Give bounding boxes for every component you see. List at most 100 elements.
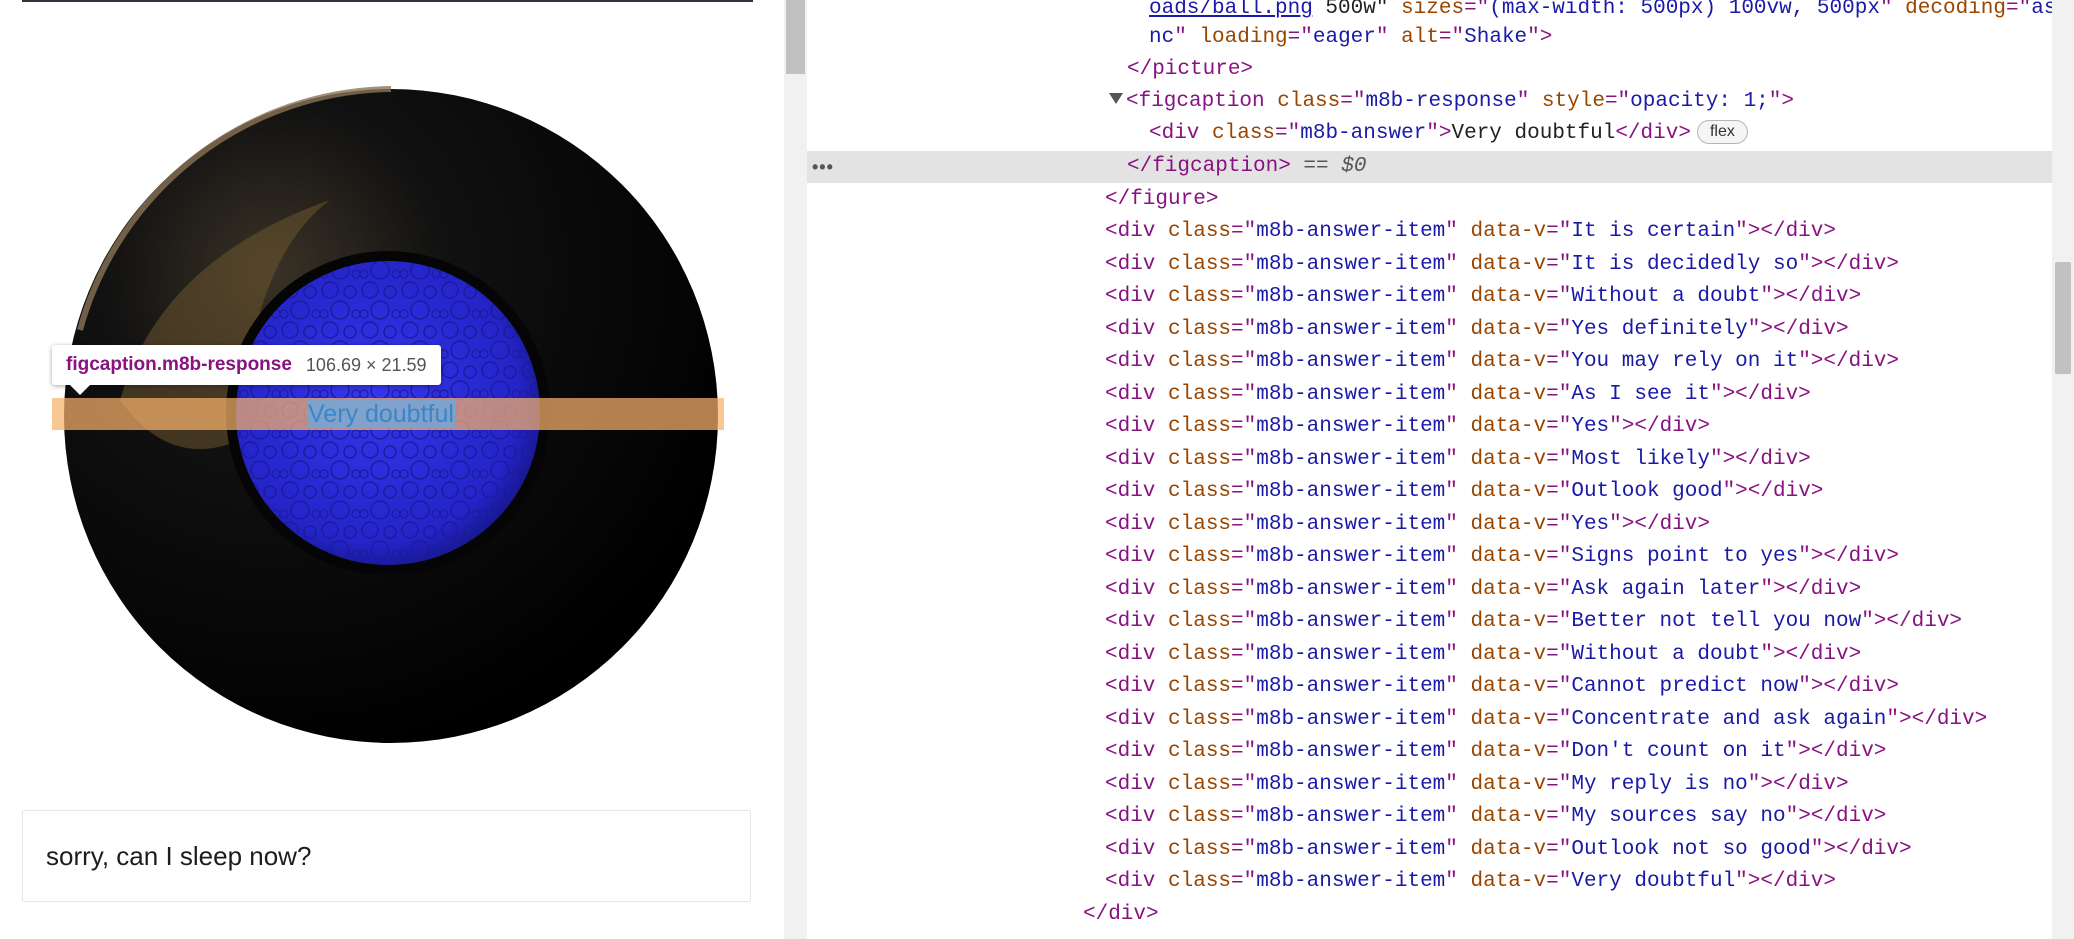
flex-badge[interactable]: flex xyxy=(1696,120,1748,145)
dom-line-answer-item[interactable]: <div class="m8b-answer-item" data-v="Con… xyxy=(807,704,2074,736)
dom-line-figure-close[interactable]: </figure> xyxy=(807,184,2074,216)
dom-line-figcaption-close-selected[interactable]: ••• </figcaption> == $0 xyxy=(807,151,2074,183)
expand-triangle-icon[interactable] xyxy=(1109,93,1123,105)
attr-class: class xyxy=(1168,447,1232,471)
val-answer: Outlook not so good xyxy=(1571,837,1811,861)
dom-line-answer-item[interactable]: <div class="m8b-answer-item" data-v="My … xyxy=(807,769,2074,801)
attr-class: class xyxy=(1168,545,1232,568)
eq-sign: =" xyxy=(1231,480,1257,503)
eq-sign: =" xyxy=(1604,90,1631,113)
page-scroll-thumb[interactable] xyxy=(786,0,805,74)
attr-loading: loading xyxy=(1199,26,1288,49)
eq-sign: =" xyxy=(1231,707,1257,731)
dom-line-img-attrs[interactable]: nc" loading="eager" alt="Shake"> xyxy=(807,22,2074,54)
dom-line-answer-item[interactable]: <div class="m8b-answer-item" data-v="Don… xyxy=(807,736,2074,768)
dom-line-answer-item[interactable]: <div class="m8b-answer-item" data-v="Yes… xyxy=(807,411,2074,443)
srcset-link[interactable]: oads/ball.png xyxy=(1149,0,1313,20)
dom-line-answer-item[interactable]: <div class="m8b-answer-item" data-v="You… xyxy=(807,346,2074,378)
eq-sign: =" xyxy=(1546,512,1572,536)
dom-line-answer-item[interactable]: <div class="m8b-answer-item" data-v="Wit… xyxy=(807,639,2074,671)
val-answer: Very doubtful xyxy=(1571,870,1736,893)
dom-line-answer-item[interactable]: <div class="m8b-answer-item" data-v="Wit… xyxy=(807,281,2074,313)
dom-line-answer-div[interactable]: <div class="m8b-answer">Very doubtful</d… xyxy=(807,118,2074,150)
quote: " xyxy=(1445,382,1471,406)
more-options-icon[interactable]: ••• xyxy=(812,151,834,183)
val-answer: Without a doubt xyxy=(1571,642,1761,666)
val-class: m8b-answer xyxy=(1300,122,1427,145)
val-class: m8b-answer-item xyxy=(1256,577,1446,601)
tag-end: "></div> xyxy=(1798,252,1900,276)
val-answer: Most likely xyxy=(1571,447,1710,471)
eq-sign: =" xyxy=(1546,740,1572,763)
quote: " xyxy=(1445,772,1471,796)
val-class: m8b-answer-item xyxy=(1256,545,1446,568)
attr-data-v: data-v xyxy=(1470,512,1547,536)
tag-end: "></div> xyxy=(1760,285,1862,308)
eq-sign: =" xyxy=(1231,382,1257,406)
tag-end: "></div> xyxy=(1798,545,1900,568)
val-answer: It is decidedly so xyxy=(1571,252,1799,276)
tag-div-open: <div xyxy=(1105,577,1169,601)
dom-line-answer-item[interactable]: <div class="m8b-answer-item" data-v="Yes… xyxy=(807,314,2074,346)
dom-line-answer-item[interactable]: <div class="m8b-answer-item" data-v="Ver… xyxy=(807,866,2074,898)
eq-sign: =" xyxy=(1231,740,1257,763)
dom-line-div-close[interactable]: </div> xyxy=(807,899,2074,931)
eq-sign: =" xyxy=(1546,382,1572,406)
dom-line-figcaption-open[interactable]: <figcaption class="m8b-response" style="… xyxy=(807,86,2074,118)
eq-sign: =" xyxy=(1546,285,1572,308)
dom-line-answer-item[interactable]: <div class="m8b-answer-item" data-v="Out… xyxy=(807,834,2074,866)
val-class: m8b-answer-item xyxy=(1256,870,1446,893)
eq-sign: =" xyxy=(1231,772,1257,796)
val-answer: Signs point to yes xyxy=(1571,545,1799,568)
page-viewport: Very doubtful figcaption.m8b-response 10… xyxy=(0,0,784,939)
val-answer: Yes definitely xyxy=(1571,317,1748,341)
dom-line-answer-item[interactable]: <div class="m8b-answer-item" data-v="Mos… xyxy=(807,444,2074,476)
dom-line-answer-item[interactable]: <div class="m8b-answer-item" data-v="Bet… xyxy=(807,606,2074,638)
dom-line-picture-close[interactable]: </picture> xyxy=(807,54,2074,86)
devtools-scroll-thumb[interactable] xyxy=(2055,262,2071,374)
page-scrollbar[interactable] xyxy=(784,0,807,939)
attr-class: class xyxy=(1212,122,1276,145)
val-style: opacity: 1; xyxy=(1630,90,1769,113)
val-answer: Yes xyxy=(1571,415,1610,438)
tag-end: "> xyxy=(1527,26,1553,49)
val-class: m8b-answer-item xyxy=(1256,317,1446,341)
dom-line-answer-item[interactable]: <div class="m8b-answer-item" data-v="As … xyxy=(807,379,2074,411)
question-card[interactable]: sorry, can I sleep now? xyxy=(22,810,751,902)
tag-figcaption-close: </figcaption> xyxy=(1127,155,1291,178)
val-class: m8b-answer-item xyxy=(1256,447,1446,471)
attr-data-v: data-v xyxy=(1470,707,1547,731)
quote: " xyxy=(1445,707,1471,731)
dom-line-answer-item[interactable]: <div class="m8b-answer-item" data-v="Out… xyxy=(807,476,2074,508)
tag-end: "></div> xyxy=(1709,382,1811,406)
devtools-scrollbar[interactable] xyxy=(2052,0,2074,939)
tag-div-open: <div xyxy=(1105,447,1169,471)
tag-figure-close: </figure> xyxy=(1105,188,1219,211)
quote: " xyxy=(1445,447,1471,471)
tag-div-open: <div xyxy=(1105,480,1169,503)
quote: " xyxy=(1445,610,1471,633)
val-class: m8b-answer-item xyxy=(1256,772,1446,796)
dom-line-answer-item[interactable]: <div class="m8b-answer-item" data-v="My … xyxy=(807,801,2074,833)
eq-sign: =" xyxy=(1546,837,1572,861)
eq-sign: =" xyxy=(1287,26,1313,49)
dom-line-answer-item[interactable]: <div class="m8b-answer-item" data-v="It … xyxy=(807,249,2074,281)
attr-class: class xyxy=(1168,415,1232,438)
dom-line-answer-item[interactable]: <div class="m8b-answer-item" data-v="Can… xyxy=(807,671,2074,703)
eq-sign: =" xyxy=(1546,220,1572,243)
tag-end: "></div> xyxy=(1886,707,1988,731)
tooltip-dimensions: 106.69 × 21.59 xyxy=(305,354,427,375)
quote: " xyxy=(1445,805,1471,828)
attr-class: class xyxy=(1168,480,1232,503)
dom-line-answer-item[interactable]: <div class="m8b-answer-item" data-v="Yes… xyxy=(807,509,2074,541)
inspect-tooltip: figcaption.m8b-response 106.69 × 21.59 xyxy=(52,345,441,395)
tag-end: "></div> xyxy=(1735,220,1836,243)
dom-line-answer-item[interactable]: <div class="m8b-answer-item" data-v="Sig… xyxy=(807,541,2074,573)
eq-sign: =" xyxy=(1546,577,1572,601)
quote: " xyxy=(1445,317,1471,341)
tag-end: "></div> xyxy=(1722,480,1824,503)
dom-line-answer-item[interactable]: <div class="m8b-answer-item" data-v="Ask… xyxy=(807,574,2074,606)
dom-line-answer-item[interactable]: <div class="m8b-answer-item" data-v="It … xyxy=(807,216,2074,248)
eq-sign: =" xyxy=(1546,252,1572,276)
val-answer: Better not tell you now xyxy=(1571,610,1862,633)
